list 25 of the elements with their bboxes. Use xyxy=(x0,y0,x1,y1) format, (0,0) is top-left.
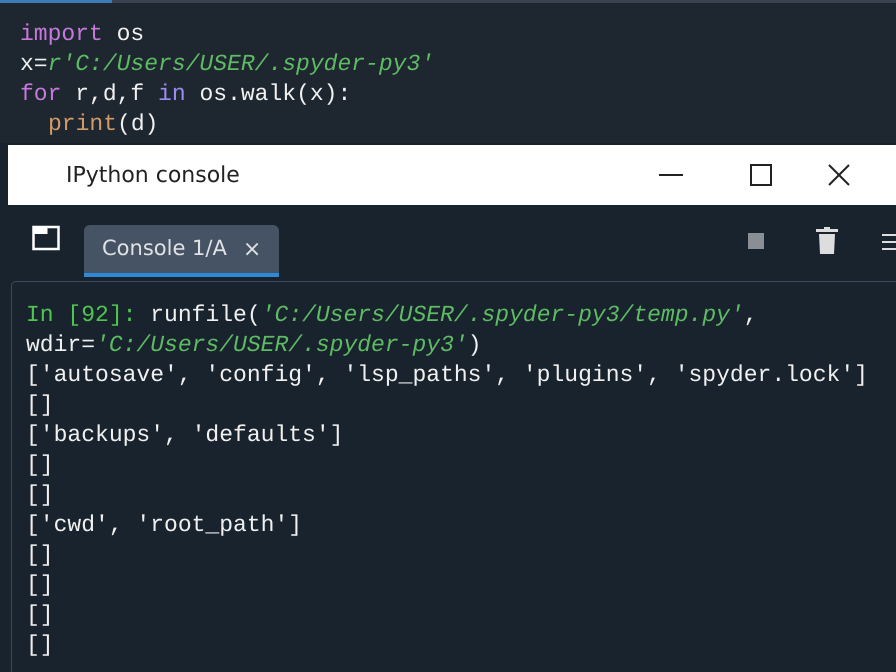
console-line: ['backups', 'defaults'] xyxy=(26,421,344,450)
code-line: for r,d,f in os.walk(x): xyxy=(20,80,352,109)
close-tab-button[interactable]: × xyxy=(242,232,262,266)
console-line: [] xyxy=(26,601,54,630)
code-line: import os xyxy=(20,20,144,49)
console-line: [] xyxy=(26,541,54,570)
console-line: [] xyxy=(26,631,54,660)
code-line: x=r'C:/Users/USER/.spyder-py3' xyxy=(20,50,434,79)
minimize-icon[interactable] xyxy=(659,173,683,177)
menu-icon[interactable] xyxy=(882,233,896,251)
console-tab[interactable]: Console 1/A × xyxy=(84,225,280,277)
console-line: ['autosave', 'config', 'lsp_paths', 'plugins', 'spyder.lock'] xyxy=(26,361,868,390)
console-line: wdir='C:/Users/USER/.spyder-py3') xyxy=(26,331,482,360)
window-icon[interactable] xyxy=(32,225,60,251)
console-line: [] xyxy=(26,451,54,480)
window-title: IPython console xyxy=(66,162,241,190)
code-line: print(d) xyxy=(48,110,158,139)
maximize-icon[interactable] xyxy=(750,164,772,186)
console-line: ['cwd', 'root_path'] xyxy=(26,511,302,540)
console-line: [] xyxy=(26,481,54,510)
trash-icon[interactable] xyxy=(816,227,838,255)
console-line: [] xyxy=(26,571,54,600)
console-line: In [92]: runfile('C:/Users/USER/.spyder-py3/temp.py', xyxy=(26,301,758,330)
close-icon[interactable] xyxy=(828,164,850,186)
console-line: [] xyxy=(26,391,54,420)
